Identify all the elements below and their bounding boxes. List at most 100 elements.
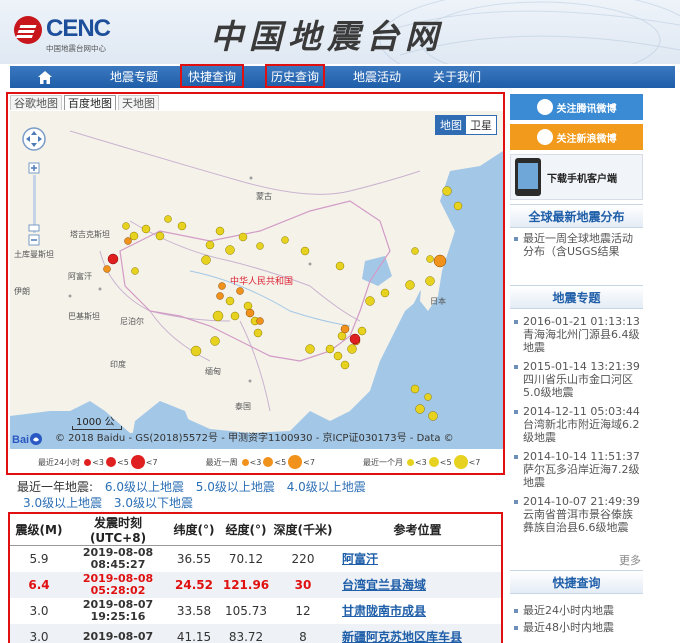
quick-query-heading[interactable]: 快捷查询 [510, 570, 643, 594]
site-header: CENC 中国地震台网中心 中国地震台网 [0, 0, 680, 64]
cell-time: 2019-08-07 19:25:16 [68, 598, 168, 624]
filter-mag-4[interactable]: 4.0级以上地震 [287, 480, 366, 494]
cell-latitude: 33.58 [176, 603, 212, 618]
list-item[interactable]: 2014-12-11 05:03:44台湾新北市附近海域6.2级地震 [510, 405, 643, 444]
tab-tianditu-map[interactable]: 天地图 [118, 95, 159, 110]
magnitude-filters: 最近一年地震: 6.0级以上地震 5.0级以上地震 4.0级以上地震 3.0级以… [17, 479, 497, 511]
map-label-afghanistan: 阿富汗 [68, 272, 92, 281]
cell-location: 台湾宜兰县海域 [334, 571, 501, 598]
follow-sina-weibo-button[interactable]: 关注新浪微博 [510, 124, 643, 150]
cenc-logo[interactable]: CENC 中国地震台网中心 [14, 14, 134, 54]
legend-week-label: 最近一周 [205, 457, 238, 467]
nav-item-history-query[interactable]: 历史查询 [265, 64, 325, 88]
map-type-toggle: 地图 卫星 [435, 115, 497, 135]
home-icon [38, 70, 52, 84]
tab-baidu-map[interactable]: 百度地图 [64, 95, 116, 110]
legend-dot [406, 458, 414, 466]
location-link[interactable]: 新疆阿克苏地区库车县 [342, 630, 462, 643]
cell-latitude: 36.55 [176, 551, 212, 566]
cell-time: 2019-08-08 08:45:27 [68, 546, 168, 572]
list-item[interactable]: 2014-10-07 21:49:39云南省普洱市景谷傣族彝族自治县6.6级地震 [510, 495, 643, 534]
cell-magnitude: 6.4 [10, 571, 68, 598]
col-time: 发震时刻(UTC+8) [68, 514, 168, 546]
site-title: 中国地震台网 [210, 17, 444, 56]
cell-longitude: 83.72 [220, 623, 272, 643]
map-copyright: Bai © 2018 Baidu - GS(2018)5572号 - 甲测资字1… [12, 431, 454, 447]
sina-weibo-icon [536, 129, 553, 145]
follow-sina-label: 关注新浪微博 [556, 133, 617, 145]
nav-item-topics[interactable]: 地震专题 [102, 66, 166, 88]
right-sidebar: 关注腾讯微博 关注新浪微博 下载手机客户端 全球最新地震分布 最近一周全球地震活… [508, 92, 645, 643]
earthquake-map[interactable]: 蒙古 阿富汗 土库曼斯坦 伊朗 巴基斯坦 塔吉克斯坦 尼泊尔 印度 缅甸 泰国 … [10, 111, 503, 449]
cell-time: 2019-08-08 05:28:02 [68, 571, 168, 598]
cell-longitude: 70.12 [228, 551, 264, 566]
nav-item-quick-query[interactable]: 快捷查询 [180, 64, 244, 88]
map-panel: 谷歌地图 百度地图 天地图 蒙古 阿富汗 土库曼斯坦 伊朗 巴基斯坦 塔吉克斯坦… [6, 92, 505, 475]
location-link[interactable]: 台湾宜兰县海域 [342, 578, 426, 592]
legend-month-large: <7 [468, 457, 481, 467]
topics-heading[interactable]: 地震专题 [510, 285, 643, 309]
table-row[interactable]: 5.9 2019-08-08 08:45:27 36.55 70.12 220 阿… [10, 546, 501, 572]
filter-mag-3[interactable]: 3.0级以上地震 [23, 496, 102, 510]
legend-week-small: <3 [249, 457, 262, 467]
table-row[interactable]: 3.0 2019-08-07 41.15 83.72 8 新疆阿克苏地区库车县 [10, 623, 501, 643]
list-item[interactable]: 2014-10-14 11:51:37萨尔瓦多沿岸近海7.2级地震 [510, 450, 643, 489]
more-link[interactable]: 更多 [619, 552, 641, 568]
baidu-logo-text: Bai [12, 434, 29, 446]
nav-item-about[interactable]: 关于我们 [425, 66, 489, 88]
col-magnitude: 震级(M) [10, 514, 68, 546]
nav-item-activity[interactable]: 地震活动 [345, 66, 409, 88]
nav-home[interactable] [10, 66, 80, 88]
map-label-china: 中华人民共和国 [230, 277, 294, 287]
col-depth: 深度(千米) [272, 514, 334, 546]
cell-depth: 12 [295, 603, 311, 618]
download-app-label: 下载手机客户端 [547, 173, 617, 185]
list-item[interactable]: 最近24小时内地震 [510, 604, 643, 617]
zoom-control-graphic [22, 127, 46, 246]
cenc-logo-mark [14, 16, 42, 44]
filter-mag-below-3[interactable]: 3.0级以下地震 [114, 496, 193, 510]
follow-tencent-weibo-button[interactable]: 关注腾讯微博 [510, 94, 643, 120]
global-quakes-list: 最近一周全球地震活动分布（含USGS结果 [510, 232, 643, 264]
cell-latitude: 24.52 [168, 571, 220, 598]
map-tabs: 谷歌地图 百度地图 天地图 [10, 95, 161, 111]
filter-mag-5[interactable]: 5.0级以上地震 [196, 480, 275, 494]
list-item[interactable]: 2015-01-14 13:21:39四川省乐山市金口河区5.0级地震 [510, 360, 643, 399]
legend-dot [453, 455, 468, 469]
legend-week: 最近一周 <3 <5 <7 [206, 455, 315, 469]
zoom-slider-handle[interactable] [28, 224, 40, 232]
cell-magnitude: 3.0 [29, 603, 49, 618]
map-type-map[interactable]: 地图 [436, 116, 466, 134]
legend-dot [428, 457, 439, 467]
legend-month-medium: <5 [439, 457, 452, 467]
map-scale-bar [72, 426, 122, 430]
follow-tencent-label: 关注腾讯微博 [556, 103, 617, 115]
location-link[interactable]: 甘肃陇南市成县 [342, 604, 426, 618]
map-scale: 1000 公 [72, 413, 122, 430]
cell-depth: 8 [272, 623, 334, 643]
cell-time-text: 19:25:16 [90, 609, 146, 623]
legend-day-large: <7 [145, 457, 158, 467]
list-item[interactable]: 2016-01-21 01:13:13青海海北州门源县6.4级地震 [510, 315, 643, 354]
map-label-thailand: 泰国 [235, 402, 251, 411]
legend-day-small: <3 [92, 457, 104, 467]
map-type-satellite[interactable]: 卫星 [466, 116, 496, 134]
list-item[interactable]: 最近一周全球地震活动分布（含USGS结果 [510, 232, 643, 258]
legend-dot [241, 458, 249, 466]
filter-mag-6[interactable]: 6.0级以上地震 [105, 480, 184, 494]
tab-google-map[interactable]: 谷歌地图 [10, 95, 62, 110]
legend-month: 最近一个月 <3 <5 <7 [363, 455, 480, 469]
cell-location: 甘肃陇南市成县 [334, 598, 501, 624]
global-quakes-heading[interactable]: 全球最新地震分布 [510, 204, 643, 228]
location-link[interactable]: 阿富汗 [342, 552, 378, 566]
list-item[interactable]: 最近48小时内地震 [510, 621, 643, 634]
map-label-nepal: 尼泊尔 [120, 317, 144, 326]
table-row[interactable]: 3.0 2019-08-07 19:25:16 33.58 105.73 12 甘… [10, 598, 501, 624]
topics-list: 2016-01-21 01:13:13青海海北州门源县6.4级地震 2015-0… [510, 315, 643, 540]
table-header-row: 震级(M) 发震时刻(UTC+8) 纬度(°) 经度(°) 深度(千米) 参考位… [10, 514, 501, 546]
download-app-banner[interactable]: 下载手机客户端 [510, 154, 643, 200]
map-label-iran: 伊朗 [14, 287, 30, 296]
table-row-highlighted[interactable]: 6.4 2019-08-08 05:28:02 24.52 121.96 30 台… [10, 571, 501, 598]
legend-month-label: 最近一个月 [362, 457, 403, 467]
map-label-tajikistan: 塔吉克斯坦 [70, 230, 110, 239]
